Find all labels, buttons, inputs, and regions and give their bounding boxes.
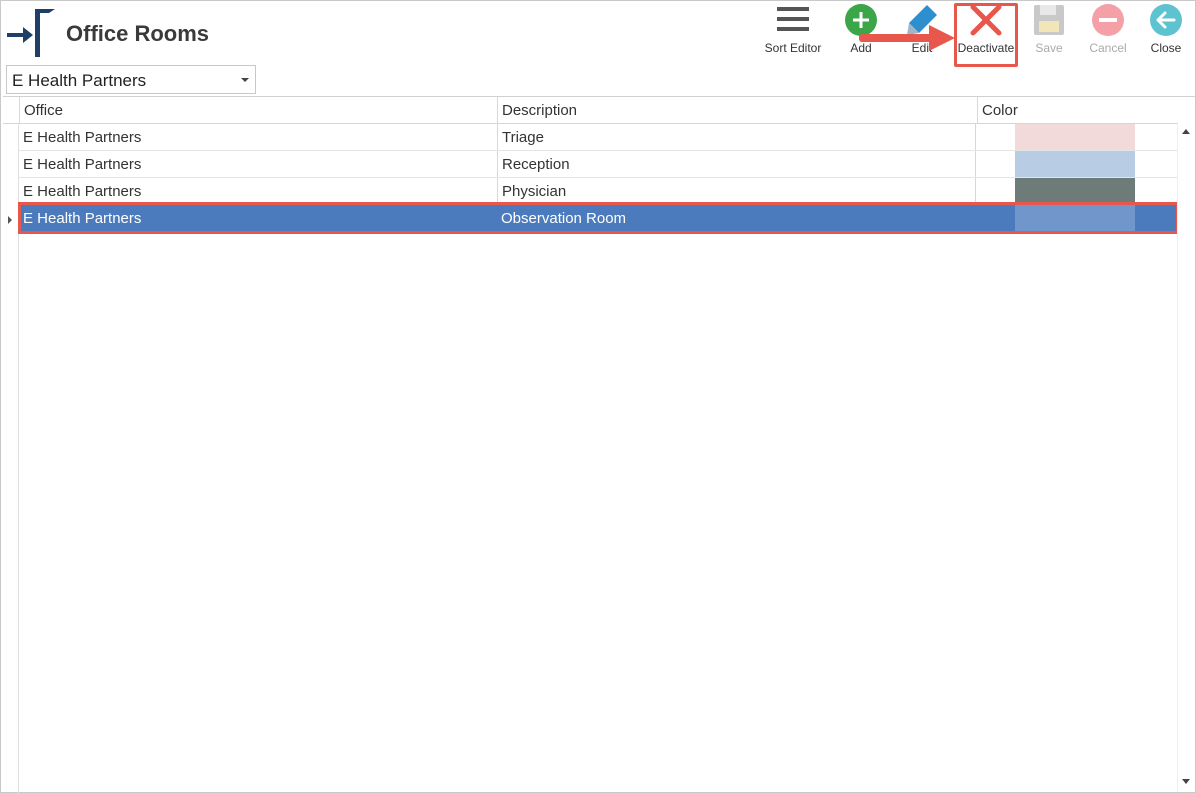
grid-header: Office Description Color xyxy=(3,97,1179,124)
save-label: Save xyxy=(1035,41,1063,55)
color-swatch xyxy=(1015,124,1135,150)
table-row-selected[interactable]: E Health Partners Observation Room xyxy=(19,205,1177,232)
vertical-scrollbar[interactable] xyxy=(1177,123,1193,792)
save-button[interactable]: Save xyxy=(1027,1,1071,59)
add-label: Add xyxy=(850,41,872,55)
plus-circle-icon xyxy=(845,4,877,36)
page-title: Office Rooms xyxy=(66,21,210,46)
cell-description: Physician xyxy=(497,178,975,204)
color-swatch xyxy=(1015,151,1135,177)
table-row[interactable]: E Health Partners Physician xyxy=(19,178,1177,205)
hamburger-menu-icon xyxy=(777,7,809,31)
sort-editor-button[interactable]: Sort Editor xyxy=(761,1,825,59)
close-label: Close xyxy=(1150,41,1182,55)
office-rooms-grid: Office Description Color E Health Partne… xyxy=(3,96,1195,793)
cell-office: E Health Partners xyxy=(23,156,142,173)
cell-office: E Health Partners xyxy=(23,183,142,200)
cell-office: E Health Partners xyxy=(23,129,142,146)
x-icon xyxy=(970,4,1002,36)
sort-editor-label: Sort Editor xyxy=(764,41,822,55)
deactivate-label: Deactivate xyxy=(957,41,1015,55)
office-select-value: E Health Partners xyxy=(12,71,147,90)
color-swatch xyxy=(1015,178,1135,204)
column-header-description[interactable]: Description xyxy=(497,97,977,124)
pencil-icon xyxy=(907,5,937,35)
office-rooms-window: Office Rooms Sort Editor Add Edit Deacti… xyxy=(0,0,1196,793)
floppy-disk-icon xyxy=(1034,5,1064,35)
column-header-office[interactable]: Office xyxy=(19,97,497,124)
table-row[interactable]: E Health Partners Triage xyxy=(19,124,1177,151)
brand-logo-icon xyxy=(7,9,55,57)
office-select[interactable]: E Health Partners xyxy=(6,65,256,94)
column-header-color[interactable]: Color xyxy=(977,97,1179,124)
close-button[interactable]: Close xyxy=(1143,1,1189,59)
add-button[interactable]: Add xyxy=(837,1,885,59)
scroll-up-arrow-icon[interactable] xyxy=(1182,129,1190,134)
scroll-down-arrow-icon[interactable] xyxy=(1182,779,1190,784)
deactivate-button[interactable]: Deactivate xyxy=(956,1,1016,59)
edit-button[interactable]: Edit xyxy=(898,1,946,59)
minus-circle-icon xyxy=(1092,4,1124,36)
chevron-down-icon xyxy=(241,78,249,82)
color-swatch xyxy=(1015,205,1135,231)
row-indicator-column xyxy=(3,97,19,793)
cell-office: E Health Partners xyxy=(23,210,142,227)
edit-label: Edit xyxy=(911,41,933,55)
back-arrow-circle-icon xyxy=(1150,4,1182,36)
cancel-label: Cancel xyxy=(1089,41,1127,55)
current-row-marker-icon xyxy=(8,216,12,224)
cancel-button[interactable]: Cancel xyxy=(1085,1,1131,59)
cell-description: Observation Room xyxy=(501,210,627,227)
cell-description: Triage xyxy=(497,124,975,150)
table-row[interactable]: E Health Partners Reception xyxy=(19,151,1177,178)
cell-description: Reception xyxy=(497,151,975,177)
